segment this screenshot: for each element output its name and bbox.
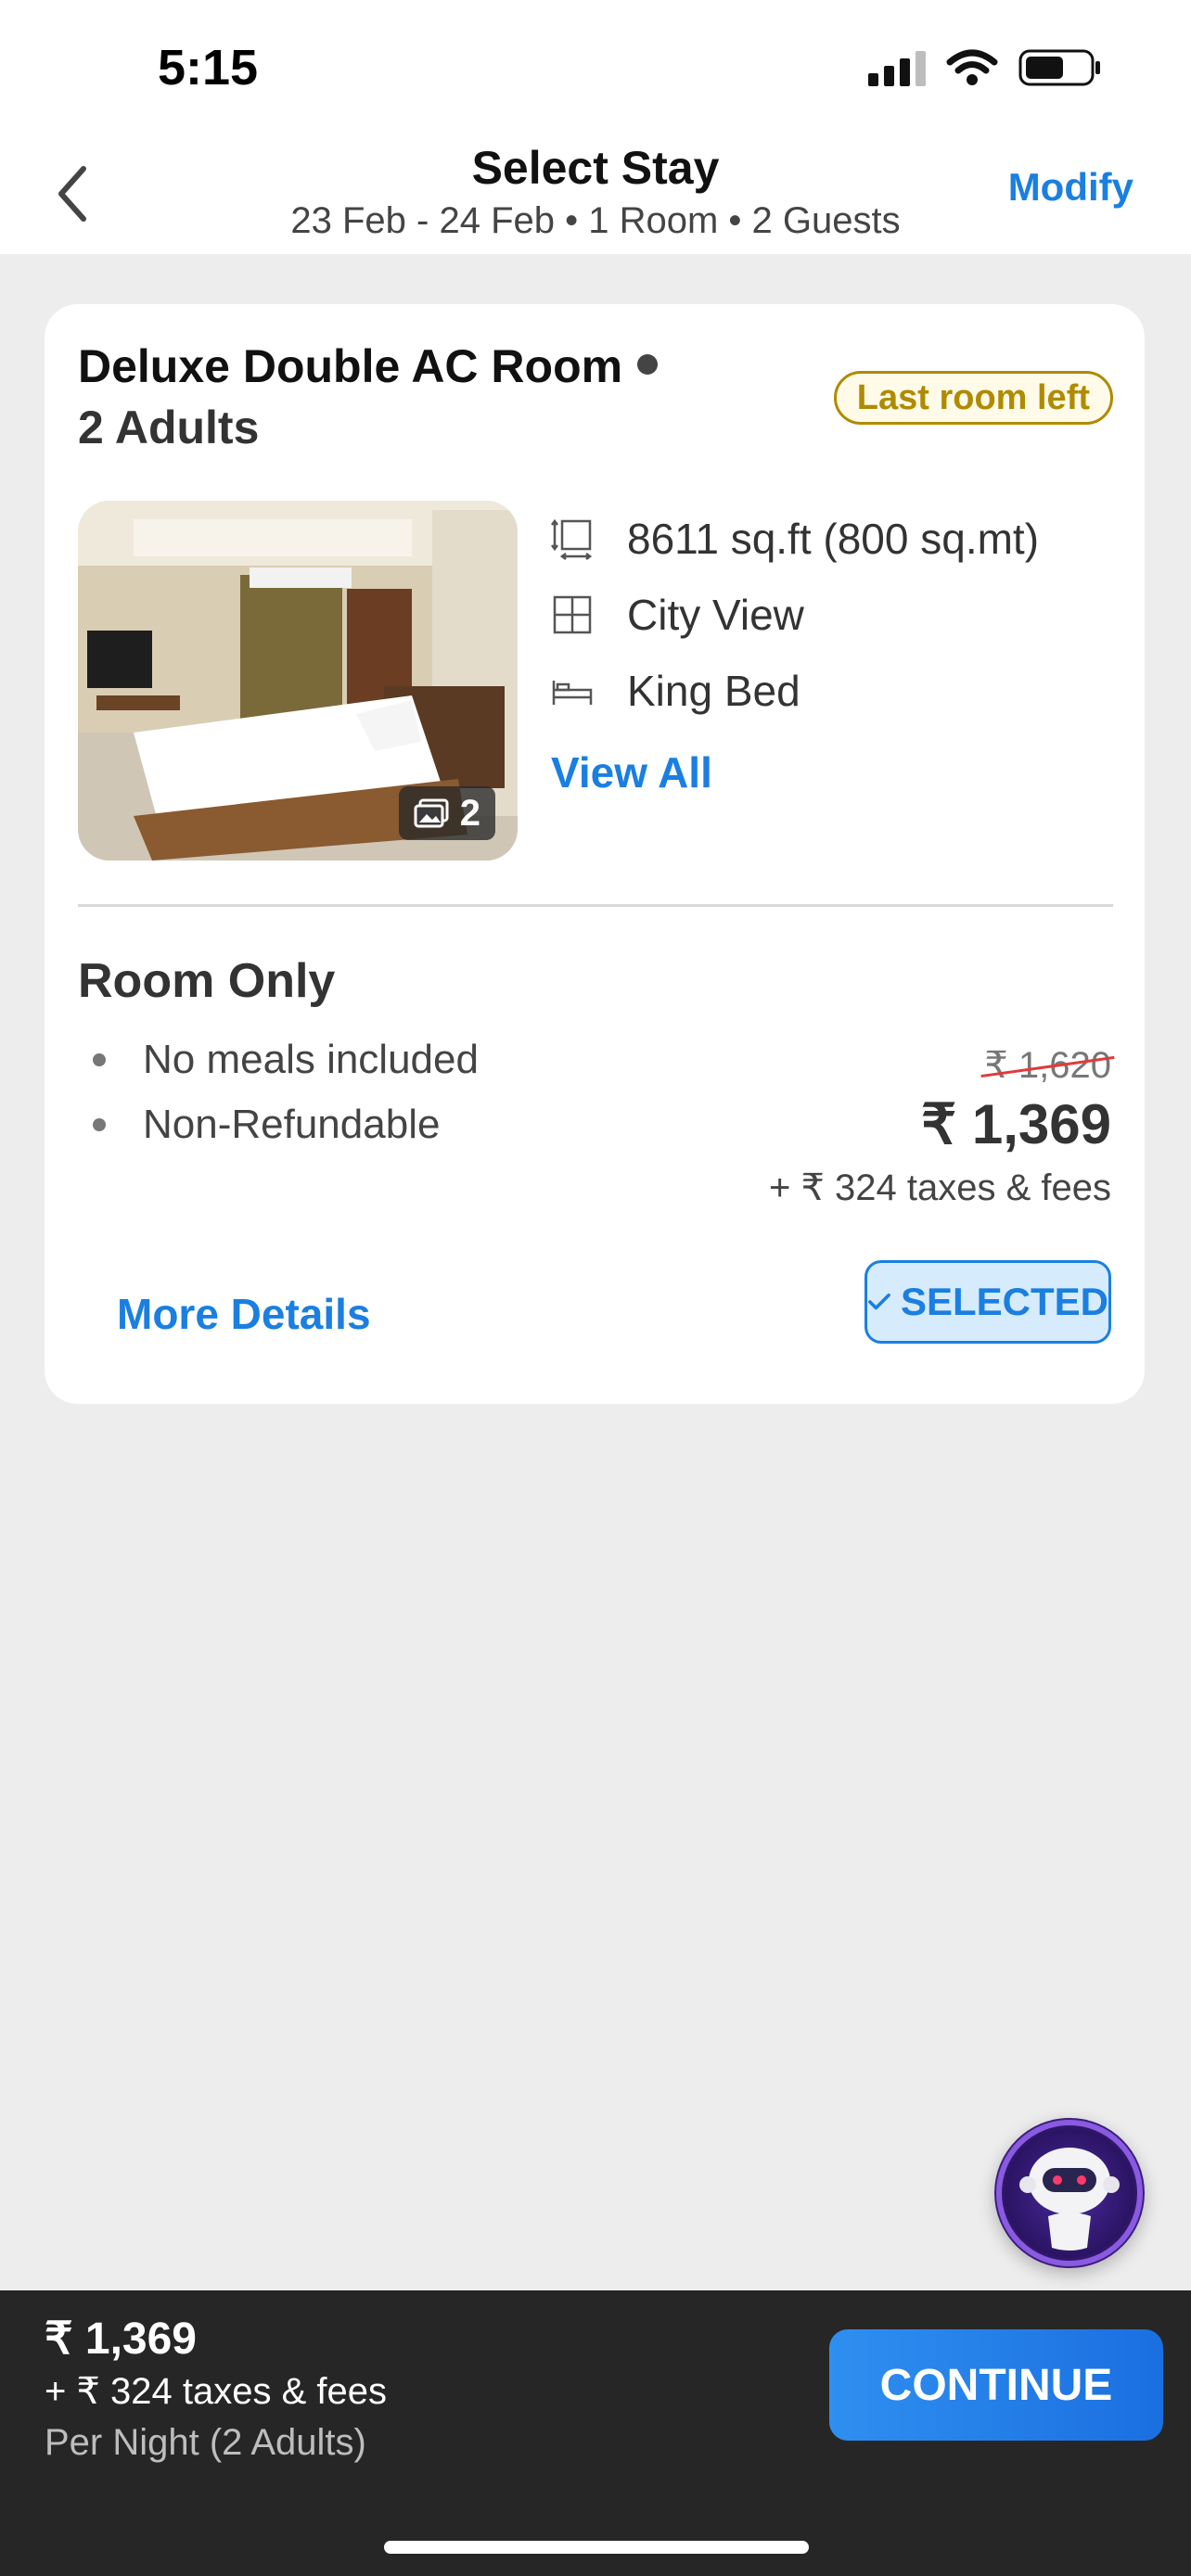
battery-icon (1018, 49, 1100, 86)
amenity-bed-label: King Bed (627, 667, 800, 715)
amenity-bed: King Bed (551, 653, 1039, 729)
card-divider (78, 904, 1113, 907)
rate-plan-title: Room Only (78, 954, 336, 1008)
photo-count: 2 (459, 792, 480, 834)
home-indicator[interactable] (384, 2541, 809, 2554)
booking-footer: ₹ 1,369 + ₹ 324 taxes & fees Per Night (… (0, 2290, 1191, 2576)
more-details-link[interactable]: More Details (117, 1289, 371, 1339)
photo-count-badge: 2 (398, 786, 495, 840)
cellular-signal-icon (868, 49, 926, 86)
amenity-area: 8611 sq.ft (800 sq.mt) (551, 501, 1039, 577)
amenity-area-label: 8611 sq.ft (800 sq.mt) (627, 515, 1040, 563)
feature-label: Non-Refundable (143, 1102, 441, 1147)
gallery-icon (414, 798, 449, 828)
bullet-icon (93, 1118, 106, 1131)
window-view-icon (553, 595, 592, 634)
continue-button[interactable]: CONTINUE (829, 2329, 1163, 2441)
room-card: Deluxe Double AC Room 2 Adults Last room… (45, 304, 1145, 1404)
selected-label: SELECTED (900, 1280, 1108, 1323)
status-icons (868, 48, 1102, 87)
amenity-view: City View (551, 577, 1039, 653)
separator-dot (637, 353, 659, 375)
rate-plan-features: No meals included Non-Refundable (93, 1027, 479, 1157)
status-bar: 5:15 (0, 0, 1191, 139)
room-name-text: Deluxe Double AC Room (78, 340, 623, 392)
discounted-price: ₹ 1,369 (921, 1093, 1111, 1155)
amenity-view-label: City View (627, 591, 804, 639)
footer-price: ₹ 1,369 (45, 2315, 197, 2364)
robot-icon (996, 2120, 1143, 2266)
room-photo[interactable]: 2 (78, 501, 518, 861)
feature-label: No meals included (143, 1037, 479, 1082)
checkmark-icon (868, 1293, 890, 1310)
chatbot-assistant-button[interactable] (994, 2118, 1145, 2268)
view-all-link[interactable]: View All (551, 747, 712, 797)
footer-taxes: + ₹ 324 taxes & fees (45, 2371, 388, 2412)
room-name: Deluxe Double AC Room (78, 339, 659, 393)
selected-button[interactable]: SELECTED (864, 1260, 1111, 1344)
modify-button[interactable]: Modify (1008, 165, 1133, 210)
area-icon (551, 518, 593, 560)
room-amenities: 8611 sq.ft (800 sq.mt) City View King Be… (551, 501, 1039, 729)
wifi-icon (946, 49, 998, 85)
status-time: 5:15 (158, 40, 259, 96)
footer-per-night: Per Night (2 Adults) (45, 2422, 366, 2463)
list-item: Non-Refundable (93, 1092, 479, 1157)
last-room-badge: Last room left (833, 371, 1113, 425)
list-item: No meals included (93, 1027, 479, 1092)
original-price: ₹ 1,620 (980, 1044, 1115, 1087)
room-occupancy: 2 Adults (78, 402, 260, 453)
taxes-and-fees: + ₹ 324 taxes & fees (768, 1167, 1111, 1208)
top-nav-header: Select Stay 23 Feb - 24 Feb • 1 Room • 2… (0, 139, 1191, 254)
bullet-icon (93, 1053, 106, 1066)
bed-icon (552, 681, 593, 705)
